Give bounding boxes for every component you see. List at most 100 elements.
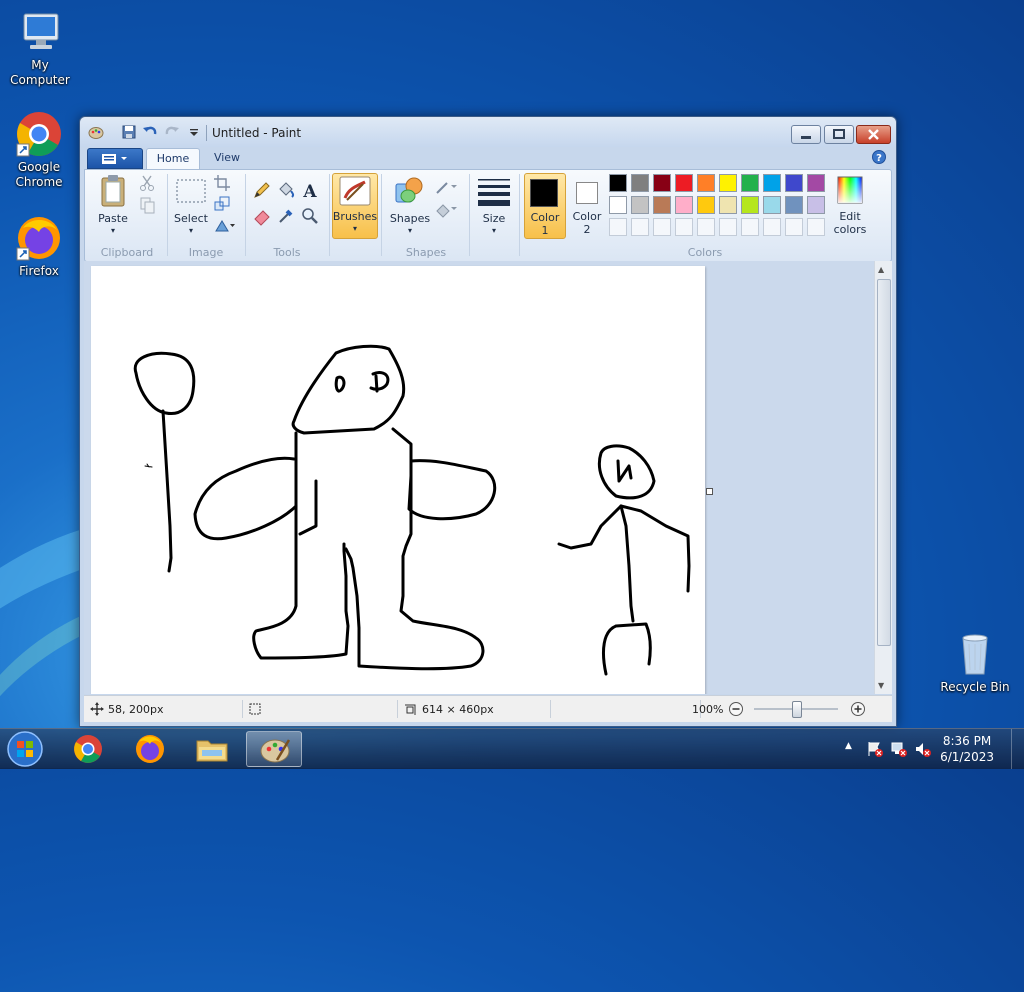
paint-app-icon[interactable]: [88, 124, 104, 140]
show-hidden-icons[interactable]: ▲: [845, 741, 852, 751]
tab-home[interactable]: Home: [146, 148, 200, 169]
resize-icon[interactable]: [213, 195, 231, 213]
color1-button[interactable]: Color 1: [524, 173, 566, 239]
palette-swatch[interactable]: [697, 174, 715, 192]
palette-swatch[interactable]: [741, 196, 759, 214]
palette-swatch[interactable]: [631, 196, 649, 214]
network-icon[interactable]: [890, 740, 908, 758]
fill-icon[interactable]: [434, 200, 460, 218]
color-picker-icon[interactable]: [276, 206, 296, 226]
custom-color-slot[interactable]: [807, 218, 825, 236]
desktop-icon-chrome[interactable]: Google Chrome: [0, 110, 79, 190]
custom-color-slot[interactable]: [631, 218, 649, 236]
help-icon[interactable]: ?: [872, 150, 886, 164]
eraser-icon[interactable]: [252, 206, 272, 226]
size-button[interactable]: Size ▾: [474, 174, 514, 236]
palette-swatch[interactable]: [675, 196, 693, 214]
customize-qat-icon[interactable]: [186, 124, 202, 140]
computer-icon: [16, 8, 64, 56]
desktop-icon-firefox[interactable]: Firefox: [0, 214, 79, 279]
palette-swatch[interactable]: [719, 196, 737, 214]
stroke-big-body-inner: [298, 479, 318, 536]
action-center-icon[interactable]: [866, 740, 884, 758]
palette-swatch[interactable]: [653, 196, 671, 214]
maximize-button[interactable]: [824, 125, 854, 144]
text-icon[interactable]: A: [300, 180, 320, 202]
zoom-in-button[interactable]: [850, 701, 866, 717]
palette-swatch[interactable]: [631, 174, 649, 192]
cut-icon[interactable]: [138, 174, 156, 192]
shapes-button[interactable]: Shapes ▾: [388, 174, 432, 236]
canvas-resize-handle[interactable]: [706, 488, 713, 495]
custom-color-slot[interactable]: [697, 218, 715, 236]
palette-swatch[interactable]: [785, 196, 803, 214]
undo-icon[interactable]: [142, 124, 158, 140]
palette-swatch[interactable]: [697, 196, 715, 214]
color2-button[interactable]: Color 2: [568, 174, 606, 236]
volume-muted-icon[interactable]: [914, 740, 932, 758]
palette-swatch[interactable]: [763, 174, 781, 192]
zoom-slider-thumb[interactable]: [792, 701, 802, 718]
color1-number: 1: [541, 224, 549, 237]
desktop-icon-recycle-bin[interactable]: Recycle Bin: [935, 630, 1015, 695]
edit-colors-button[interactable]: Edit colors: [830, 174, 870, 236]
taskbar-firefox[interactable]: [122, 731, 178, 767]
tab-view[interactable]: View: [204, 148, 250, 168]
palette-swatch[interactable]: [763, 196, 781, 214]
outline-icon[interactable]: [434, 178, 460, 196]
clock-time: 8:36 PM: [942, 734, 992, 748]
stroke-balloon: [133, 351, 196, 416]
start-button[interactable]: [6, 730, 44, 768]
palette-swatch[interactable]: [675, 174, 693, 192]
scroll-thumb[interactable]: [877, 279, 891, 646]
custom-color-slot[interactable]: [785, 218, 803, 236]
minimize-button[interactable]: [791, 125, 821, 144]
title-bar[interactable]: Untitled - Paint: [80, 117, 896, 147]
rotate-icon[interactable]: [213, 216, 237, 234]
pencil-icon[interactable]: [252, 180, 272, 200]
stroke-big-arm-left: [193, 456, 298, 541]
save-icon[interactable]: [121, 124, 137, 140]
copy-icon[interactable]: [138, 196, 156, 214]
color1-swatch: [530, 179, 558, 207]
palette-swatch[interactable]: [609, 174, 627, 192]
crop-icon[interactable]: [213, 174, 231, 192]
scroll-up-icon[interactable]: ▲: [878, 265, 884, 274]
magnifier-icon[interactable]: [300, 206, 320, 226]
edit-colors-label: Edit: [839, 210, 861, 223]
custom-color-slot[interactable]: [719, 218, 737, 236]
close-button[interactable]: [856, 125, 891, 144]
system-clock[interactable]: 8:36 PM 6/1/2023: [940, 733, 994, 765]
drawing-canvas[interactable]: [91, 266, 705, 694]
palette-swatch[interactable]: [653, 174, 671, 192]
fill-bucket-icon[interactable]: [276, 180, 296, 200]
custom-color-slot[interactable]: [675, 218, 693, 236]
custom-color-slot[interactable]: [763, 218, 781, 236]
palette-swatch[interactable]: [785, 174, 803, 192]
custom-color-slot[interactable]: [653, 218, 671, 236]
redo-icon[interactable]: [164, 124, 180, 140]
show-desktop-button[interactable]: [1011, 729, 1024, 769]
scroll-down-icon[interactable]: ▼: [878, 681, 884, 690]
custom-color-slot[interactable]: [741, 218, 759, 236]
palette-swatch[interactable]: [719, 174, 737, 192]
zoom-out-button[interactable]: [728, 701, 744, 717]
palette-swatch[interactable]: [807, 196, 825, 214]
recycle-bin-icon: [951, 630, 999, 678]
select-button[interactable]: Select ▾: [173, 174, 209, 235]
taskbar-explorer[interactable]: [184, 731, 240, 767]
tools-group-label: Tools: [273, 246, 301, 259]
window-title: Untitled - Paint: [212, 126, 302, 140]
palette-swatch[interactable]: [609, 196, 627, 214]
vertical-scrollbar[interactable]: ▲ ▼: [874, 261, 892, 694]
brushes-button[interactable]: Brushes ▾: [332, 173, 378, 239]
paste-button[interactable]: Paste ▾: [94, 174, 132, 235]
palette-swatch[interactable]: [807, 174, 825, 192]
taskbar-chrome[interactable]: [60, 731, 116, 767]
desktop-icon-my-computer[interactable]: My Computer: [0, 8, 80, 88]
color2-swatch: [576, 182, 598, 204]
palette-swatch[interactable]: [741, 174, 759, 192]
file-menu-button[interactable]: [87, 148, 143, 169]
taskbar-paint[interactable]: [246, 731, 302, 767]
custom-color-slot[interactable]: [609, 218, 627, 236]
